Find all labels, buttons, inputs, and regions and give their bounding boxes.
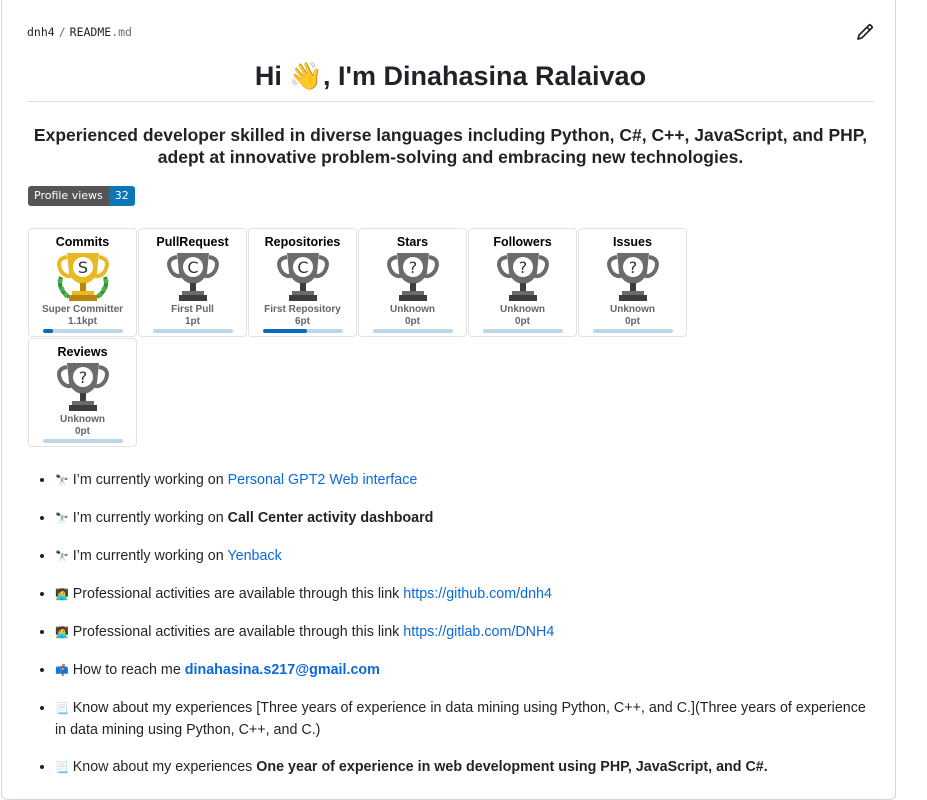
title-divider bbox=[27, 101, 874, 102]
trophy-level: Unknown bbox=[390, 304, 435, 315]
trophy-rank: ? bbox=[79, 368, 88, 387]
item-text: I’m currently working on bbox=[72, 510, 228, 526]
breadcrumb-owner[interactable]: dnh4 bbox=[27, 25, 55, 39]
item-bold-text: Call Center activity dashboard bbox=[227, 510, 434, 526]
trophy-points: 0pt bbox=[515, 316, 530, 327]
item-text: Know about my experiences bbox=[72, 759, 257, 775]
trophy-progress-fill bbox=[43, 329, 53, 333]
trophy-icon: ? bbox=[387, 253, 439, 301]
trophy-icon: C bbox=[277, 253, 329, 301]
trophy-name: Commits bbox=[55, 235, 110, 249]
trophy-pullrequest: PullRequest C First Pull 1pt bbox=[138, 228, 247, 337]
trophy-followers: Followers? Unknown 0pt bbox=[468, 228, 577, 337]
trophy-name: Reviews bbox=[57, 345, 108, 359]
trophy-stars: Stars? Unknown 0pt bbox=[358, 228, 467, 337]
item-link[interactable]: https://gitlab.com/DNH4 bbox=[403, 624, 554, 640]
item-link[interactable]: Yenback bbox=[227, 548, 281, 564]
tagline: Experienced developer skilled in diverse… bbox=[33, 125, 868, 167]
trophy-progress-bar bbox=[43, 329, 123, 333]
trophy-points: 6pt bbox=[295, 316, 310, 327]
trophy-progress-bar bbox=[263, 329, 343, 333]
pencil-icon[interactable] bbox=[856, 23, 874, 41]
trophy-points: 1pt bbox=[185, 316, 200, 327]
trophy-rank: C bbox=[297, 258, 308, 277]
trophy-progress-bar bbox=[593, 329, 673, 333]
list-item: 🔭I’m currently working on Personal GPT2 … bbox=[55, 470, 877, 492]
trophy-rank: ? bbox=[519, 258, 528, 277]
emoji-icon: 📃 bbox=[55, 762, 69, 774]
trophy-rank: ? bbox=[409, 258, 418, 277]
item-bold-text: One year of experience in web developmen… bbox=[256, 759, 768, 775]
list-item: 🧑‍💻Professional activities are available… bbox=[55, 584, 877, 606]
page-title: Hi 👋, I'm Dinahasina Ralaivao bbox=[254, 61, 647, 91]
trophy-level: Unknown bbox=[60, 414, 105, 425]
trophy-progress-bar bbox=[373, 329, 453, 333]
trophy-repositories: Repositories C First Repository 6pt bbox=[248, 228, 357, 337]
item-text: How to reach me bbox=[72, 662, 185, 678]
trophy-icon: ? bbox=[607, 253, 659, 301]
trophy-level: Unknown bbox=[610, 304, 655, 315]
trophy-level: First Repository bbox=[264, 304, 341, 315]
trophy-progress-bar bbox=[483, 329, 563, 333]
emoji-icon: 📫 bbox=[55, 665, 69, 677]
trophy-rank: S bbox=[78, 258, 88, 277]
trophy-icon: C bbox=[167, 253, 219, 301]
item-text: I’m currently working on bbox=[72, 548, 228, 564]
item-text: Know about my experiences [Three years o… bbox=[55, 700, 866, 738]
item-link[interactable]: https://github.com/dnh4 bbox=[403, 586, 552, 602]
trophy-progress-bar bbox=[43, 439, 123, 443]
item-text: Professional activities are available th… bbox=[72, 586, 404, 602]
emoji-icon: 🔭 bbox=[55, 475, 69, 487]
emoji-icon: 🧑‍💻 bbox=[55, 589, 69, 601]
trophy-name: Followers bbox=[493, 235, 552, 249]
trophy-rank: C bbox=[187, 258, 198, 277]
badge-value: 32 bbox=[108, 186, 135, 206]
trophy-level: Super Committer bbox=[41, 304, 124, 315]
badge-label: Profile views bbox=[28, 186, 109, 206]
trophy-name: Stars bbox=[396, 235, 429, 249]
list-item: 📃Know about my experiences [Three years … bbox=[55, 698, 877, 741]
trophy-points: 0pt bbox=[75, 426, 90, 437]
breadcrumb-file: README bbox=[69, 25, 112, 39]
list-item: 🔭I’m currently working on Yenback bbox=[55, 546, 877, 568]
item-text: Professional activities are available th… bbox=[72, 624, 404, 640]
trophy-points: 0pt bbox=[405, 316, 420, 327]
trophy-progress-bar bbox=[153, 329, 233, 333]
gold-trophy-icon: S bbox=[57, 253, 109, 301]
item-link[interactable]: Personal GPT2 Web interface bbox=[228, 472, 418, 488]
trophy-rank: ? bbox=[629, 258, 638, 277]
list-item: 🔭I’m currently working on Call Center ac… bbox=[55, 508, 877, 530]
emoji-icon: 🔭 bbox=[55, 551, 69, 563]
trophy-level: Unknown bbox=[500, 304, 545, 315]
trophy-level: First Pull bbox=[171, 304, 214, 315]
trophy-name: PullRequest bbox=[156, 235, 229, 249]
list-item: 📃Know about my experiences One year of e… bbox=[55, 757, 877, 779]
readme-card: dnh4/README.md Hi 👋, I'm Dinahasina Rala… bbox=[1, 0, 896, 800]
trophy-name: Repositories bbox=[264, 235, 341, 249]
trophy-points: 1.1kpt bbox=[68, 316, 97, 327]
trophy-progress-fill bbox=[263, 329, 307, 333]
breadcrumb: dnh4/README.md bbox=[27, 25, 132, 39]
bullet-list: 🔭I’m currently working on Personal GPT2 … bbox=[27, 470, 877, 795]
trophy-reviews: Reviews? Unknown 0pt bbox=[28, 338, 137, 447]
trophy-commits: Commits S Super Committer 1.1kpt bbox=[28, 228, 137, 337]
emoji-icon: 🧑‍💻 bbox=[55, 627, 69, 639]
item-text: I’m currently working on bbox=[72, 472, 228, 488]
list-item: 📫How to reach me dinahasina.s217@gmail.c… bbox=[55, 660, 877, 682]
emoji-icon: 📃 bbox=[55, 703, 69, 715]
trophy-points: 0pt bbox=[625, 316, 640, 327]
trophy-icon: ? bbox=[497, 253, 549, 301]
profile-views-badge: Profile views 32 bbox=[28, 186, 135, 206]
breadcrumb-ext: .md bbox=[111, 25, 132, 39]
breadcrumb-separator: / bbox=[58, 25, 66, 39]
trophy-issues: Issues? Unknown 0pt bbox=[578, 228, 687, 337]
trophy-icon: ? bbox=[57, 363, 109, 411]
trophy-name: Issues bbox=[613, 235, 652, 249]
list-item: 🧑‍💻Professional activities are available… bbox=[55, 622, 877, 644]
email-link[interactable]: dinahasina.s217@gmail.com bbox=[185, 662, 380, 678]
emoji-icon: 🔭 bbox=[55, 513, 69, 525]
